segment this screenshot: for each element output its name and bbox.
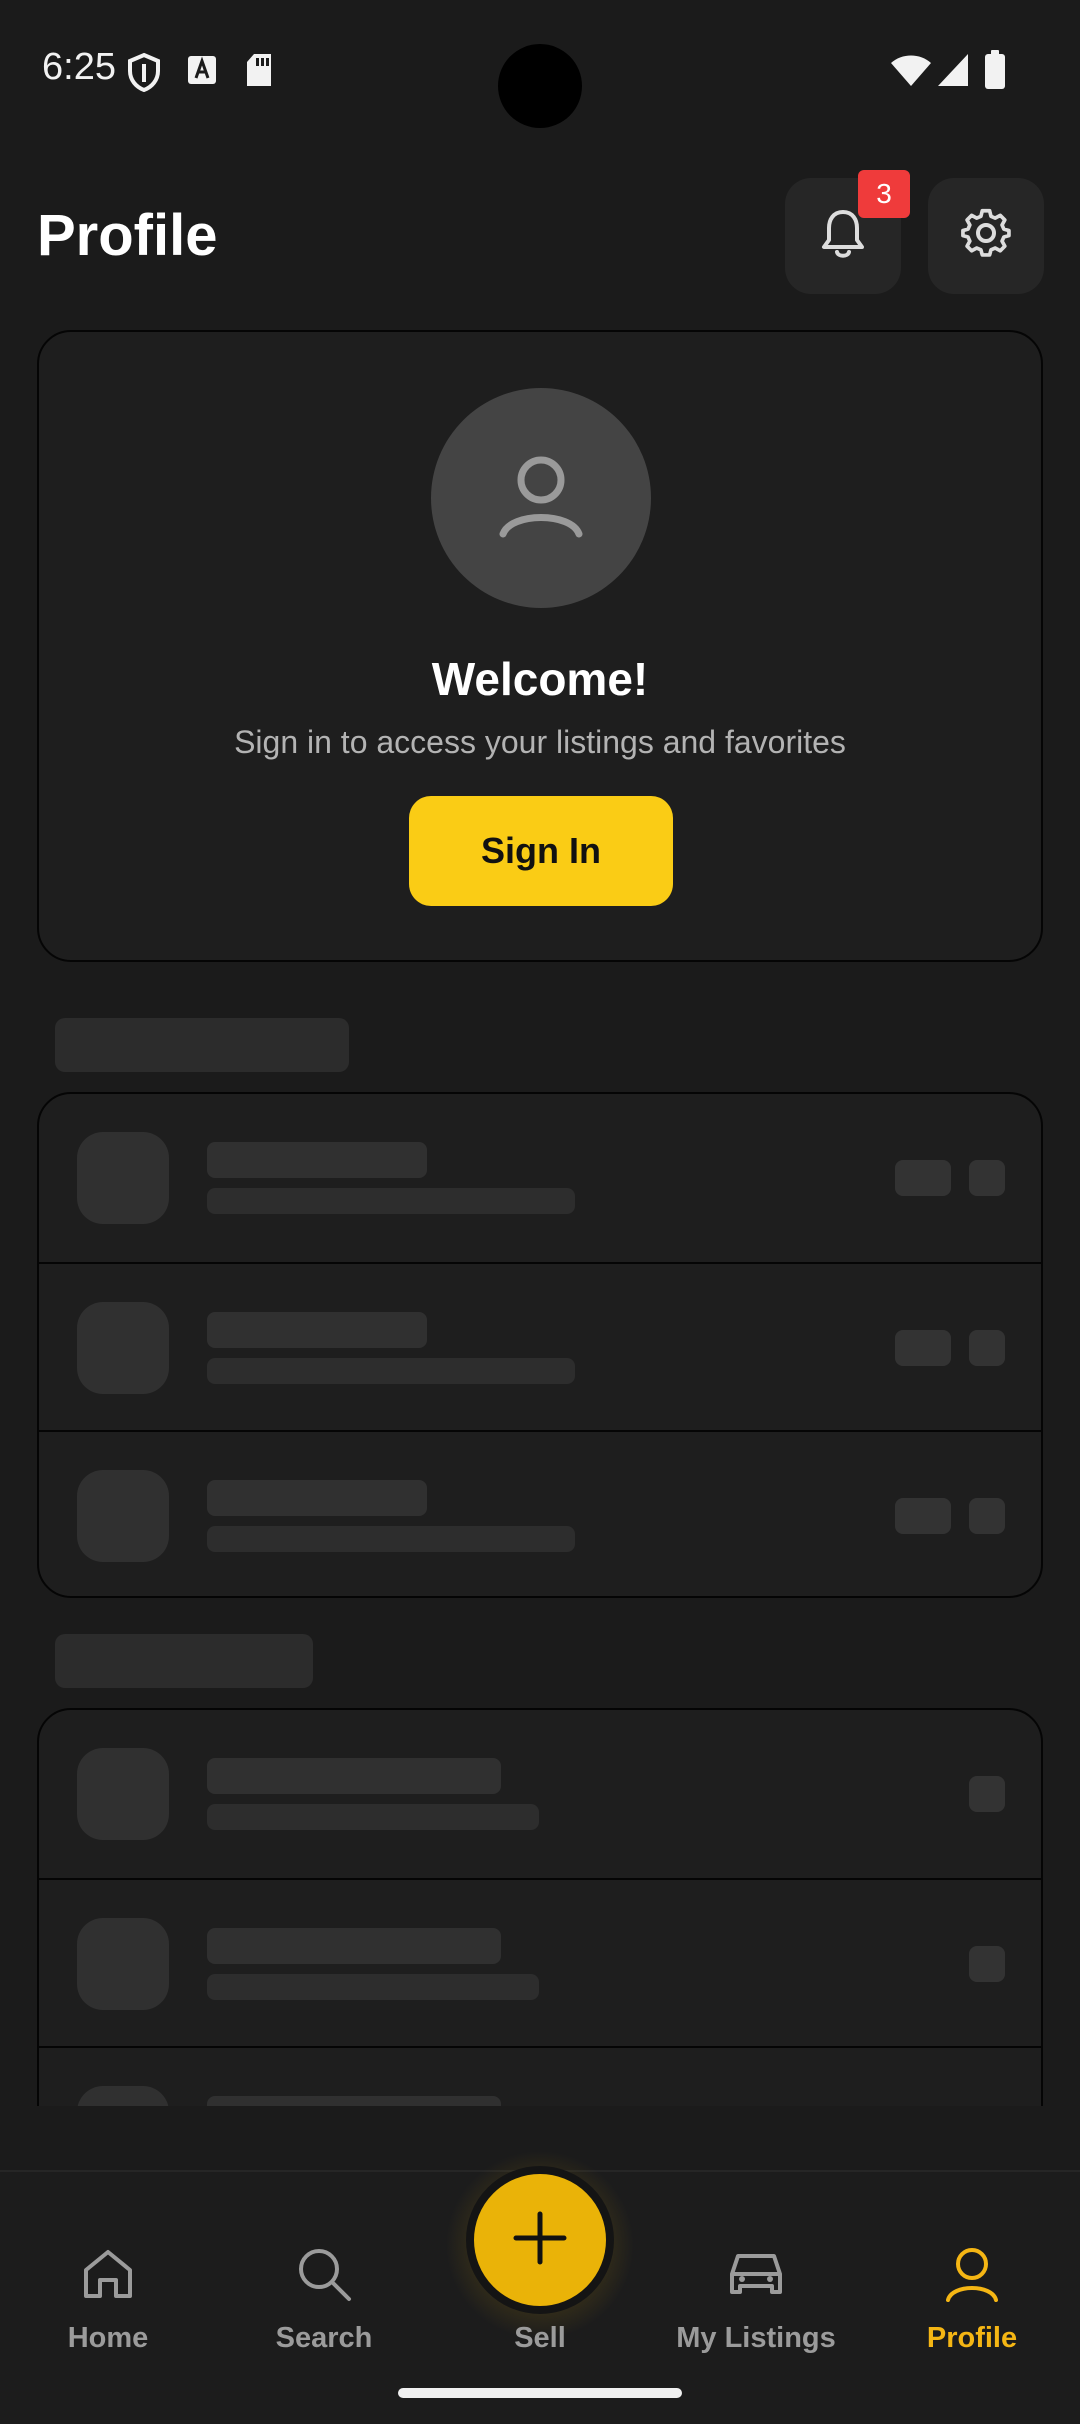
nav-my-listings[interactable]: My Listings: [648, 2172, 864, 2372]
value-skeleton: [895, 1330, 951, 1366]
sign-in-button[interactable]: Sign In: [409, 796, 673, 906]
list-item: [39, 1878, 1041, 2046]
welcome-card: Welcome! Sign in to access your listings…: [37, 330, 1043, 962]
avatar: [431, 388, 651, 608]
chevron-skeleton: [969, 1160, 1005, 1196]
plus-icon: [512, 2210, 568, 2271]
list-item: [39, 1262, 1041, 1430]
home-icon: [80, 2242, 136, 2306]
title-skeleton: [207, 1142, 427, 1178]
section-heading-skeleton: [55, 1018, 349, 1072]
battery-icon: [984, 50, 1006, 95]
nav-search[interactable]: Search: [216, 2172, 432, 2372]
chevron-skeleton: [969, 1776, 1005, 1812]
sell-button[interactable]: [466, 2166, 614, 2314]
value-skeleton: [895, 1160, 951, 1196]
title-skeleton: [207, 2096, 501, 2106]
nav-search-label: Search: [275, 2322, 373, 2354]
camera-cutout: [498, 44, 582, 128]
notification-badge: 3: [858, 170, 910, 218]
chevron-skeleton: [969, 1498, 1005, 1534]
subtitle-skeleton: [207, 1974, 539, 2000]
home-indicator[interactable]: [398, 2388, 682, 2398]
nav-my-listings-label: My Listings: [676, 2322, 836, 2354]
subtitle-skeleton: [207, 1188, 575, 1214]
nav-profile-label: Profile: [926, 2322, 1018, 2354]
gear-icon: [960, 208, 1012, 265]
value-skeleton: [895, 1498, 951, 1534]
title-skeleton: [207, 1480, 427, 1516]
thumbnail-skeleton: [77, 1748, 169, 1840]
font-download-icon: [186, 54, 218, 91]
account-list-skeleton: [37, 1708, 1043, 2106]
title-skeleton: [207, 1758, 501, 1794]
title-skeleton: [207, 1312, 427, 1348]
page-title: Profile: [37, 203, 218, 268]
nav-home[interactable]: Home: [0, 2172, 216, 2372]
subtitle-skeleton: [207, 1804, 539, 1830]
nav-sell-label: Sell: [514, 2322, 566, 2354]
subtitle-skeleton: [207, 1358, 575, 1384]
subtitle-skeleton: [207, 1526, 575, 1552]
list-item: [39, 1430, 1041, 1598]
welcome-title: Welcome!: [431, 653, 649, 705]
car-icon: [724, 2242, 788, 2306]
wifi-icon: [890, 54, 932, 93]
shield-icon: [126, 52, 162, 97]
list-item: [39, 1094, 1041, 1262]
settings-list-skeleton: [37, 1092, 1043, 1598]
nav-home-label: Home: [67, 2322, 149, 2354]
scroll-clip: [0, 1690, 1080, 2106]
thumbnail-skeleton: [77, 1302, 169, 1394]
settings-button[interactable]: [928, 178, 1044, 294]
list-item: [39, 1710, 1041, 1878]
thumbnail-skeleton: [77, 1470, 169, 1562]
title-skeleton: [207, 1928, 501, 1964]
section-heading-skeleton: [55, 1634, 313, 1688]
thumbnail-skeleton: [77, 2086, 169, 2106]
nav-profile[interactable]: Profile: [864, 2172, 1080, 2372]
chevron-skeleton: [969, 1946, 1005, 1982]
list-item: [39, 2046, 1041, 2106]
thumbnail-skeleton: [77, 1918, 169, 2010]
welcome-subtitle: Sign in to access your listings and favo…: [234, 724, 846, 760]
status-time: 6:25: [42, 46, 116, 88]
sd-card-icon: [244, 52, 274, 93]
thumbnail-skeleton: [77, 1132, 169, 1224]
search-icon: [295, 2242, 353, 2306]
user-icon: [493, 448, 589, 549]
status-bar: 6:25: [0, 0, 1080, 140]
cell-signal-icon: [936, 52, 970, 93]
chevron-skeleton: [969, 1330, 1005, 1366]
user-icon: [942, 2242, 1002, 2306]
